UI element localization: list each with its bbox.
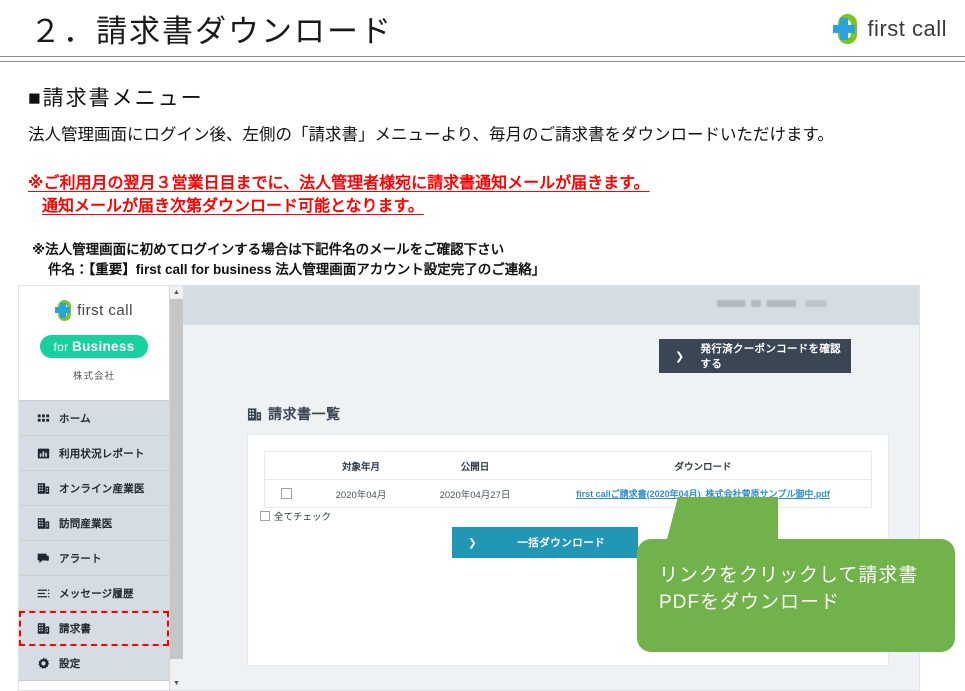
warning-line-2: 通知メールが届き次第ダウンロード可能となります。 [42,198,424,216]
chevron-right-icon: ❯ [468,536,478,549]
sidebar-item-usage-report[interactable]: 利用状況レポート [19,436,169,471]
callout-line-2: PDFをダウンロード [659,591,841,613]
sidebar-logo: first call [55,300,133,321]
warning-text: ※ご利用月の翌月３営業日目までに、法人管理者様宛に請求書通知メールが届きます。 … [28,172,928,218]
badge-prefix: for [53,340,73,354]
page-title: ２．請求書ダウンロード [30,14,393,49]
table-header-download: ダウンロード [535,451,872,480]
callout-line-1: リンクをクリックして請求書 [659,565,919,586]
check-all-control[interactable]: 全てチェック [260,509,331,523]
chevron-right-icon: ❯ [675,350,685,363]
company-name: 株式会社 [72,371,115,382]
chat-icon [37,553,49,563]
row-checkbox[interactable] [280,487,292,499]
bulk-download-label: 一括ダウンロード [517,537,606,549]
sidebar-item-invoice[interactable]: 請求書 [19,611,169,646]
table-header-published-date: 公開日 [415,451,535,480]
warning-line-1: ※ご利用月の翌月３営業日目までに、法人管理者様宛に請求書通知メールが届きます。 [28,175,650,192]
for-business-badge: for Business [40,335,148,358]
grid-icon [37,413,50,422]
first-call-mark-icon [833,14,859,44]
sidebar-item-label: アラート [59,552,102,565]
bulk-download-button[interactable]: ❯ 一括ダウンロード [452,527,638,558]
sidebar-item-label: オンライン産業医 [59,482,145,495]
sidebar-brand: first call for Business 株式会社 [19,286,169,388]
sidebar-item-visiting-doctor[interactable]: 訪問産業医 [19,506,169,541]
row-published-date: 2020年04月27日 [415,479,535,508]
sidebar-logo-text: first call [77,302,133,319]
app-topbar [183,286,919,325]
sidebar-scrollbar[interactable]: ▲ ▼ [169,286,183,690]
first-call-wordmark: first call [867,16,947,41]
section-heading: ■請求書メニュー [28,87,204,110]
scroll-down-icon[interactable]: ▼ [170,677,183,690]
sidebar-item-label: ホーム [59,412,91,425]
sidebar-item-label: 利用状況レポート [59,447,145,460]
building-icon [37,517,50,529]
app-sidebar: first call for Business 株式会社 ホーム 利用状況レポー… [19,286,169,690]
table-header-checkbox [264,451,307,480]
first-call-mark-icon [55,300,72,321]
sidebar-item-label: 訪問産業医 [59,517,113,530]
row-target-month: 2020年04月 [307,479,415,508]
sidebar-item-online-doctor[interactable]: オンライン産業医 [19,471,169,506]
invoice-table: 対象年月 公開日 ダウンロード 2020年04月 2020年04月27日 fir… [264,451,872,508]
badge-main: Business [72,339,135,354]
sidebar-item-home[interactable]: ホーム [19,401,169,436]
coupon-button-label: 発行済クーポンコードを確認する [700,343,841,370]
sidebar-item-alert[interactable]: アラート [19,541,169,576]
callout-bubble: リンクをクリックして請求書 PDFをダウンロード [637,539,955,652]
first-call-logo: first call [833,14,947,44]
sidebar-item-label: メッセージ履歴 [59,587,134,600]
row-checkbox-cell[interactable] [264,479,307,508]
sidebar-menu: ホーム 利用状況レポート オンライン産業医 訪問産業医 アラート メッセージ履歴 [19,400,169,681]
callout-pointer [666,497,778,543]
sidebar-item-label: 請求書 [59,622,92,635]
building-icon [247,407,262,421]
table-header-target-month: 対象年月 [307,451,415,480]
gear-icon [38,657,50,669]
building-icon [37,482,50,494]
intro-paragraph: 法人管理画面にログイン後、左側の「請求書」メニューより、毎月のご請求書をダウンロ… [28,126,834,144]
sidebar-item-label: 設定 [59,657,81,670]
header-divider [0,56,965,62]
check-issued-coupon-button[interactable]: ❯ 発行済クーポンコードを確認する [659,339,851,373]
building-icon [37,622,50,634]
check-all-checkbox[interactable] [260,511,270,521]
sidebar-item-settings[interactable]: 設定 [19,646,169,681]
scroll-up-icon[interactable]: ▲ [170,286,183,299]
sidebar-item-message-history[interactable]: メッセージ履歴 [19,576,169,611]
note-line-1: ※法人管理画面に初めてログインする場合は下記件名のメールをご確認下さい [32,242,505,257]
table-header-row: 対象年月 公開日 ダウンロード [264,451,872,480]
note-text: ※法人管理画面に初めてログインする場合は下記件名のメールをご確認下さい 件名：【… [32,240,932,281]
check-all-label: 全てチェック [274,512,332,523]
invoice-list-heading-label: 請求書一覧 [268,406,341,422]
scrollbar-thumb[interactable] [170,299,183,659]
bar-chart-icon [37,448,50,458]
list-icon [37,589,50,597]
note-line-2: 件名：【重要】first call for business 法人管理画面アカウ… [48,262,546,278]
invoice-list-heading: 請求書一覧 [247,404,341,424]
redacted-account-text [717,300,827,307]
table-row: 2020年04月 2020年04月27日 first callご請求書(2020… [264,479,872,508]
